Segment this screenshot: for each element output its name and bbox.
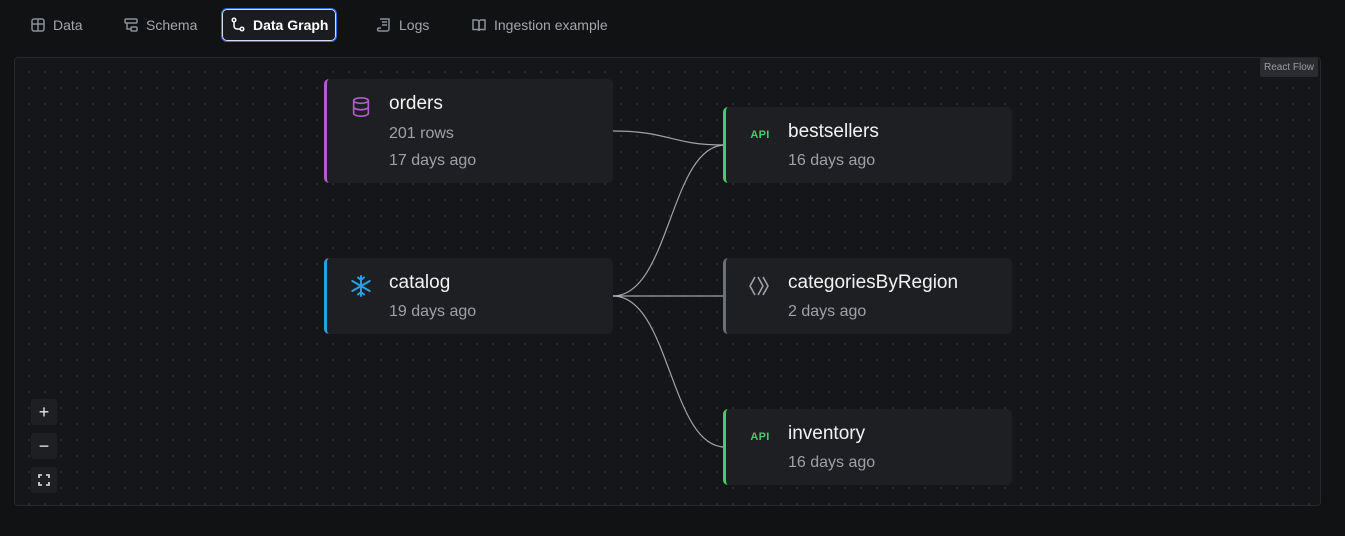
node-title: bestsellers bbox=[788, 121, 879, 142]
tab-data-label: Data bbox=[53, 17, 83, 33]
updated-time: 19 days ago bbox=[389, 303, 477, 320]
tab-logs-label: Logs bbox=[399, 17, 430, 33]
tab-data-graph[interactable]: Data Graph bbox=[221, 8, 338, 42]
updated-time: 17 days ago bbox=[389, 152, 477, 169]
pipe-icon bbox=[748, 274, 772, 298]
tab-data-graph-label: Data Graph bbox=[253, 17, 329, 33]
api-icon: API bbox=[748, 123, 772, 147]
snowflake-icon bbox=[349, 274, 373, 298]
tab-schema[interactable]: Schema bbox=[115, 8, 205, 42]
graph-icon bbox=[231, 17, 245, 32]
zoom-in-button[interactable]: + bbox=[31, 399, 57, 425]
table-icon bbox=[31, 18, 45, 32]
database-icon bbox=[349, 95, 373, 119]
tab-schema-label: Schema bbox=[146, 17, 198, 33]
api-badge: API bbox=[750, 129, 770, 141]
edges-layer bbox=[612, 130, 726, 448]
edge-catalog-bestsellers[interactable] bbox=[612, 144, 726, 297]
zoom-out-button[interactable]: − bbox=[31, 433, 57, 459]
flow-controls: + − bbox=[31, 399, 57, 501]
book-icon bbox=[472, 19, 486, 32]
tab-logs[interactable]: Logs bbox=[368, 8, 437, 42]
api-badge: API bbox=[750, 431, 770, 443]
tab-ingestion-example[interactable]: Ingestion example bbox=[463, 8, 616, 42]
node-title: orders bbox=[389, 93, 443, 114]
fit-view-button[interactable] bbox=[31, 467, 57, 493]
node-catalog[interactable]: catalog 19 days ago bbox=[324, 258, 613, 334]
logs-icon bbox=[376, 18, 390, 32]
edge-catalog-inventory[interactable] bbox=[612, 295, 726, 448]
tab-bar: Data Schema Data Graph Logs Ingestion ex… bbox=[0, 0, 1345, 50]
row-count: 201 rows bbox=[389, 125, 454, 142]
tab-ingestion-example-label: Ingestion example bbox=[494, 17, 608, 33]
node-inventory[interactable]: API inventory 16 days ago bbox=[723, 409, 1012, 485]
api-icon: API bbox=[748, 425, 772, 449]
updated-time: 2 days ago bbox=[788, 303, 867, 320]
node-bestsellers[interactable]: API bestsellers 16 days ago bbox=[723, 107, 1012, 183]
node-title: categoriesByRegion bbox=[788, 272, 959, 293]
updated-time: 16 days ago bbox=[788, 454, 876, 471]
node-categoriesbyregion[interactable]: categoriesByRegion 2 days ago bbox=[723, 258, 1012, 334]
fit-view-icon bbox=[38, 474, 50, 486]
data-graph-canvas[interactable]: React Flow orders 201 rows 17 days ago c… bbox=[14, 57, 1321, 506]
node-orders[interactable]: orders 201 rows 17 days ago bbox=[324, 79, 613, 183]
edge-orders-bestsellers[interactable] bbox=[612, 130, 726, 146]
updated-time: 16 days ago bbox=[788, 152, 876, 169]
tab-data[interactable]: Data bbox=[22, 8, 91, 42]
node-title: inventory bbox=[788, 423, 866, 444]
schema-icon bbox=[124, 18, 138, 32]
node-title: catalog bbox=[389, 272, 451, 293]
